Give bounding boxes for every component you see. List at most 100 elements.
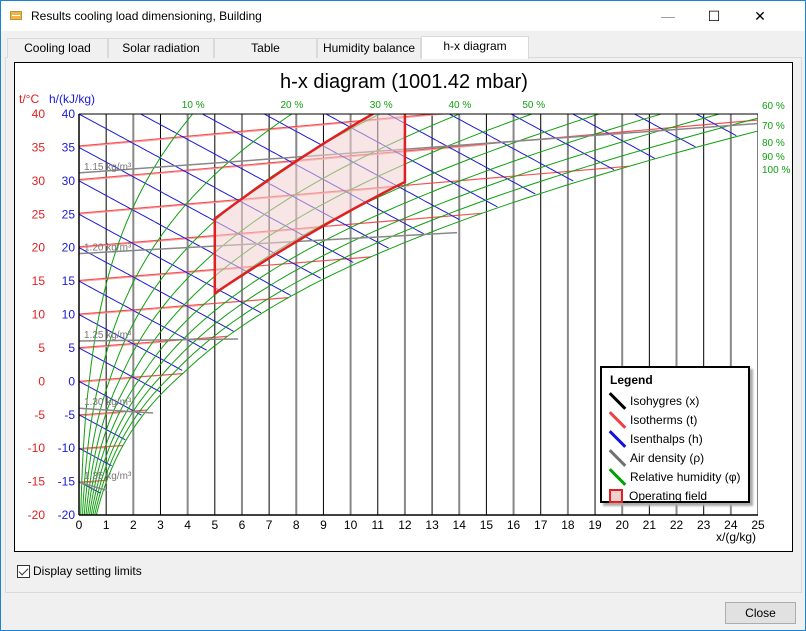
isotherm-line-shade bbox=[79, 304, 205, 316]
legend-item-air-density: Air density (ρ) bbox=[608, 449, 704, 467]
x-tick-label: 3 bbox=[157, 518, 164, 532]
air-density-label: 1.30 kg/m³ bbox=[84, 397, 132, 408]
y-label-temperature: t/°C bbox=[19, 92, 39, 106]
relative-humidity-curve bbox=[83, 114, 381, 515]
x-tick-label: 6 bbox=[239, 518, 246, 532]
display-setting-limits-checkbox[interactable] bbox=[17, 564, 30, 578]
air-density-label: 1.25 kg/m³ bbox=[84, 330, 132, 341]
enthalpy-tick-label: 20 bbox=[62, 241, 76, 255]
x-tick-label: 15 bbox=[480, 518, 494, 532]
x-tick-label: 19 bbox=[588, 518, 602, 532]
legend-item-operating-field: Operating field bbox=[608, 487, 707, 505]
isenthalp-line bbox=[79, 247, 235, 332]
x-tick-label: 21 bbox=[643, 518, 657, 532]
temperature-tick-label: 10 bbox=[32, 308, 46, 322]
enthalpy-tick-label: 30 bbox=[62, 174, 76, 188]
air-density-swatch-icon bbox=[608, 449, 627, 467]
x-tick-label: 23 bbox=[697, 518, 711, 532]
legend-label: Relative humidity (φ) bbox=[630, 470, 741, 484]
rh-right-label: 100 % bbox=[762, 165, 790, 176]
temperature-tick-label: 30 bbox=[32, 174, 46, 188]
temperature-tick-label: 40 bbox=[32, 107, 46, 121]
x-tick-label: 13 bbox=[425, 518, 439, 532]
enthalpy-tick-label: 15 bbox=[62, 274, 76, 288]
legend-label: Isotherms (t) bbox=[630, 413, 698, 427]
x-tick-label: 0 bbox=[76, 518, 83, 532]
legend-item-isohygres: Isohygres (x) bbox=[608, 392, 699, 410]
rh-right-label: 80 % bbox=[762, 138, 785, 149]
enthalpy-tick-label: -5 bbox=[64, 408, 75, 422]
enthalpy-tick-label: 40 bbox=[62, 107, 76, 121]
x-tick-label: 8 bbox=[293, 518, 300, 532]
operating-field-swatch-icon bbox=[609, 489, 623, 503]
rh-top-label: 40 % bbox=[448, 100, 471, 111]
x-tick-label: 2 bbox=[130, 518, 137, 532]
isenthalp-line bbox=[79, 347, 161, 393]
minimize-button[interactable]: — bbox=[645, 1, 691, 31]
rh-right-label: 60 % bbox=[762, 101, 785, 112]
temperature-tick-label: -10 bbox=[28, 441, 46, 455]
enthalpy-tick-label: 10 bbox=[62, 308, 76, 322]
display-setting-limits-row[interactable]: Display setting limits bbox=[17, 564, 142, 578]
temperature-tick-label: -15 bbox=[28, 475, 46, 489]
table-icon bbox=[10, 11, 22, 20]
legend-item-isotherms: Isotherms (t) bbox=[608, 411, 697, 429]
temperature-tick-label: 0 bbox=[38, 374, 45, 388]
x-tick-label: 16 bbox=[507, 518, 521, 532]
air-density-label: 1.15 kg/m³ bbox=[84, 162, 132, 173]
rh-top-label: 30 % bbox=[370, 100, 393, 111]
window-title: Results cooling load dimensioning, Build… bbox=[31, 9, 262, 23]
x-tick-label: 12 bbox=[398, 518, 412, 532]
enthalpy-tick-label: 0 bbox=[68, 374, 75, 388]
enthalpy-tick-label: -20 bbox=[58, 508, 76, 522]
legend-item-relative-humidity: Relative humidity (φ) bbox=[608, 468, 740, 486]
temperature-tick-label: -5 bbox=[34, 408, 45, 422]
legend-label: Isenthalps (h) bbox=[630, 432, 703, 446]
x-tick-label: 17 bbox=[534, 518, 548, 532]
tab-humidity-balance[interactable]: Humidity balance bbox=[317, 38, 421, 58]
x-tick-label: 20 bbox=[616, 518, 630, 532]
enthalpy-tick-label: 5 bbox=[68, 341, 75, 355]
close-window-button[interactable]: ✕ bbox=[737, 1, 783, 31]
x-tick-label: 14 bbox=[453, 518, 467, 532]
tab-hx-diagram[interactable]: h-x diagram bbox=[421, 36, 529, 59]
tab-cooling-load[interactable]: Cooling load bbox=[7, 38, 108, 58]
isohygres-swatch-icon bbox=[608, 392, 627, 410]
close-button[interactable]: Close bbox=[725, 602, 796, 624]
isenthalps-swatch-icon bbox=[608, 430, 627, 448]
temperature-tick-label: 25 bbox=[32, 207, 46, 221]
rh-top-label: 50 % bbox=[522, 100, 545, 111]
x-tick-label: 25 bbox=[751, 518, 765, 532]
temperature-tick-label: 5 bbox=[38, 341, 45, 355]
chart-legend: Legend Isohygres (x) Isotherms (t) Isent… bbox=[600, 366, 750, 503]
enthalpy-tick-label: 25 bbox=[62, 207, 76, 221]
legend-item-isenthalps: Isenthalps (h) bbox=[608, 430, 703, 448]
enthalpy-tick-label: -15 bbox=[58, 475, 76, 489]
display-setting-limits-label[interactable]: Display setting limits bbox=[33, 564, 142, 578]
rh-top-label: 20 % bbox=[280, 100, 303, 111]
temperature-tick-label: 20 bbox=[32, 241, 46, 255]
air-density-label: 1.35 kg/m³ bbox=[84, 471, 132, 482]
x-tick-label: 5 bbox=[211, 518, 218, 532]
isotherms-swatch-icon bbox=[608, 411, 627, 429]
x-axis-label: x/(g/kg) bbox=[716, 530, 756, 544]
x-tick-label: 18 bbox=[561, 518, 575, 532]
chart-title: h-x diagram (1001.42 mbar) bbox=[280, 71, 528, 93]
enthalpy-tick-label: 35 bbox=[62, 140, 76, 154]
x-tick-label: 7 bbox=[266, 518, 273, 532]
y-label-enthalpy: h/(kJ/kg) bbox=[49, 92, 95, 106]
tab-table[interactable]: Table bbox=[214, 38, 317, 58]
x-tick-label: 10 bbox=[344, 518, 358, 532]
rh-top-label: 10 % bbox=[182, 100, 205, 111]
legend-label: Air density (ρ) bbox=[630, 451, 705, 465]
relative-humidity-swatch-icon bbox=[608, 468, 627, 486]
x-tick-label: 9 bbox=[320, 518, 327, 532]
legend-title: Legend bbox=[610, 373, 653, 387]
enthalpy-tick-label: -10 bbox=[58, 441, 76, 455]
legend-label: Operating field bbox=[629, 489, 708, 503]
air-density-label: 1.20 kg/m³ bbox=[84, 243, 132, 254]
tab-solar-radiation[interactable]: Solar radiation bbox=[108, 38, 214, 58]
x-tick-label: 4 bbox=[184, 518, 191, 532]
rh-right-label: 90 % bbox=[762, 152, 785, 163]
maximize-button[interactable]: ☐ bbox=[691, 1, 737, 31]
